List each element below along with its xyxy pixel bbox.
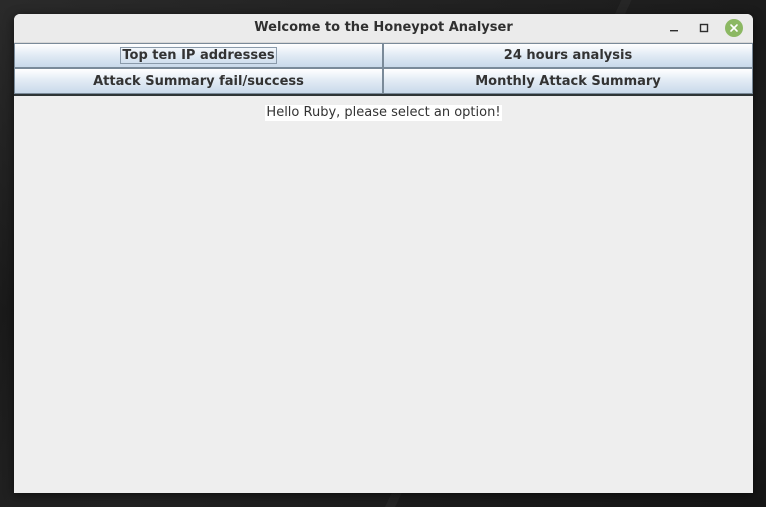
maximize-icon [699, 23, 709, 33]
close-circle [725, 19, 743, 37]
attack-summary-button[interactable]: Attack Summary fail/success [14, 68, 383, 94]
close-icon [730, 24, 738, 32]
menu-button-grid: Top ten IP addresses 24 hours analysis A… [14, 43, 753, 96]
minimize-icon [670, 30, 678, 32]
app-window: Welcome to the Honeypot Analyser Top ten… [14, 14, 753, 493]
content-panel: Hello Ruby, please select an option! [14, 96, 753, 493]
window-title: Welcome to the Honeypot Analyser [254, 20, 513, 35]
close-button[interactable] [725, 19, 743, 37]
top-ten-ip-label: Top ten IP addresses [120, 47, 277, 64]
monthly-attack-summary-button[interactable]: Monthly Attack Summary [383, 68, 753, 94]
attack-summary-label: Attack Summary fail/success [93, 73, 304, 89]
monthly-attack-summary-label: Monthly Attack Summary [475, 73, 661, 89]
greeting-row: Hello Ruby, please select an option! [14, 101, 753, 121]
top-ten-ip-button[interactable]: Top ten IP addresses [14, 43, 383, 68]
greeting-message: Hello Ruby, please select an option! [265, 105, 502, 121]
title-bar[interactable]: Welcome to the Honeypot Analyser [14, 14, 753, 43]
maximize-button[interactable] [695, 19, 713, 37]
24-hours-analysis-button[interactable]: 24 hours analysis [383, 43, 753, 68]
minimize-button[interactable] [665, 19, 683, 37]
24-hours-analysis-label: 24 hours analysis [503, 48, 633, 63]
